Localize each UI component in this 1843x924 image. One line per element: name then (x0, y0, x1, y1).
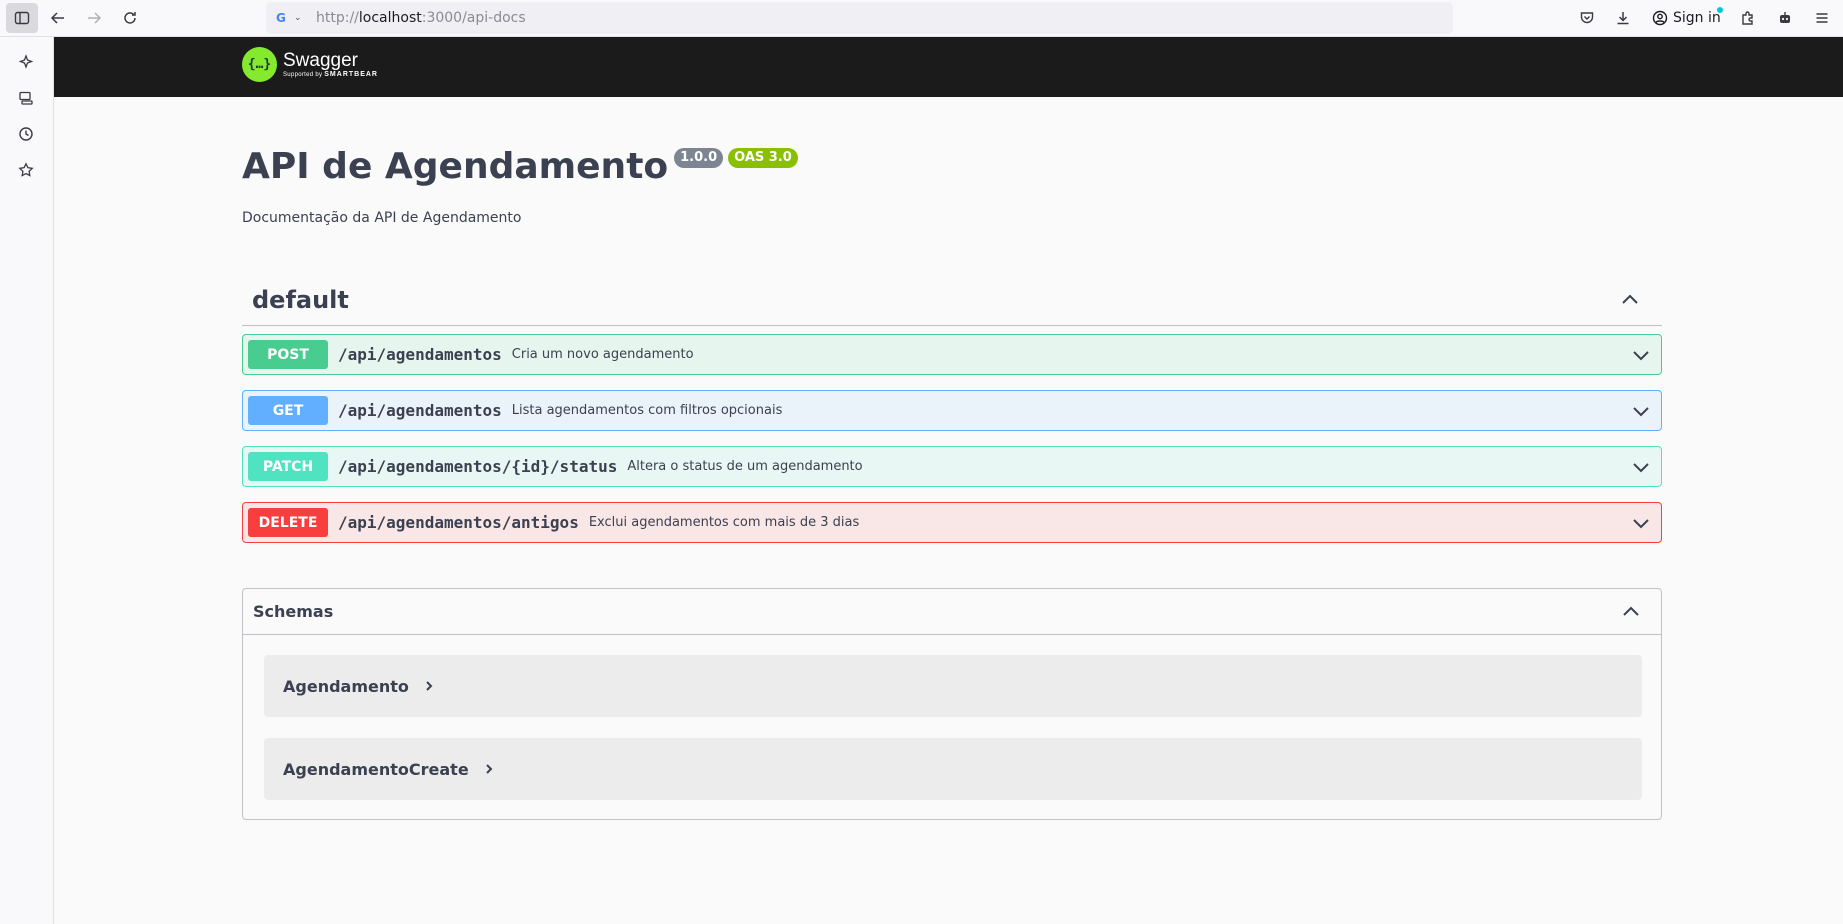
history-icon[interactable] (15, 123, 37, 145)
downloads-icon[interactable] (1607, 3, 1639, 33)
ai-chat-icon[interactable] (15, 51, 37, 73)
operation-summary: Exclui agendamentos com mais de 3 dias (588, 515, 860, 530)
chevron-down-icon[interactable] (1631, 513, 1651, 533)
operation-delete-antigos[interactable]: DELETE /api/agendamentos/antigos Exclui … (242, 502, 1662, 543)
chevron-up-icon[interactable] (1620, 290, 1640, 310)
browser-toolbar: G ⌄ http://localhost:3000/api-docs Sign … (0, 0, 1843, 37)
swagger-logo[interactable]: {…} Swagger Supported by SMARTBEAR (242, 47, 378, 82)
api-description: Documentação da API de Agendamento (242, 210, 522, 226)
back-icon[interactable] (42, 3, 74, 33)
swagger-page: {…} Swagger Supported by SMARTBEAR API d… (54, 37, 1843, 924)
google-icon: G (276, 11, 286, 25)
chevron-up-icon[interactable] (1621, 602, 1641, 622)
version-badge: 1.0.0 (674, 148, 724, 168)
browser-sidebar (0, 37, 54, 924)
model-agendamento[interactable]: Agendamento (264, 655, 1642, 717)
tag-name: default (252, 286, 349, 314)
tag-default-header[interactable]: default (242, 275, 1662, 326)
forward-icon[interactable] (78, 3, 110, 33)
robot-icon[interactable] (1769, 3, 1801, 33)
reload-icon[interactable] (114, 3, 146, 33)
operation-summary: Cria um novo agendamento (511, 347, 694, 362)
schemas-title: Schemas (253, 602, 334, 621)
sign-in-button[interactable]: Sign in (1644, 3, 1729, 33)
sign-in-label: Sign in (1673, 10, 1721, 26)
method-badge: POST (248, 340, 328, 369)
method-badge: DELETE (248, 508, 328, 537)
operation-patch-status[interactable]: PATCH /api/agendamentos/{id}/status Alte… (242, 446, 1662, 487)
operation-get-agendamentos[interactable]: GET /api/agendamentos Lista agendamentos… (242, 390, 1662, 431)
chevron-right-icon (485, 764, 493, 774)
synced-tabs-icon[interactable] (15, 87, 37, 109)
sidebar-toggle-icon[interactable] (6, 3, 38, 33)
method-badge: GET (248, 396, 328, 425)
schemas-section: Schemas Agendamento AgendamentoCreate (242, 588, 1662, 820)
menu-icon[interactable] (1806, 3, 1838, 33)
bookmarks-icon[interactable] (15, 159, 37, 181)
account-icon (1652, 10, 1668, 26)
operation-post-agendamentos[interactable]: POST /api/agendamentos Cria um novo agen… (242, 334, 1662, 375)
url-text[interactable]: http://localhost:3000/api-docs (316, 10, 526, 26)
swagger-topbar: {…} Swagger Supported by SMARTBEAR (54, 37, 1843, 97)
logo-supported: Supported by SMARTBEAR (283, 71, 378, 78)
oas-badge: OAS 3.0 (728, 148, 798, 168)
model-name: Agendamento (283, 676, 409, 696)
model-agendamento-create[interactable]: AgendamentoCreate (264, 738, 1642, 800)
swagger-logo-icon: {…} (242, 47, 277, 82)
extensions-icon[interactable] (1732, 3, 1764, 33)
chevron-down-icon[interactable] (1631, 401, 1651, 421)
api-title: API de Agendamento (242, 146, 669, 187)
operation-summary: Lista agendamentos com filtros opcionais (511, 403, 783, 418)
operation-path: /api/agendamentos/{id}/status (338, 457, 618, 476)
operation-path: /api/agendamentos/antigos (338, 513, 579, 532)
model-name: AgendamentoCreate (283, 759, 469, 779)
operation-path: /api/agendamentos (338, 401, 502, 420)
url-bar[interactable]: G ⌄ http://localhost:3000/api-docs (266, 2, 1453, 34)
method-badge: PATCH (248, 452, 328, 481)
operation-path: /api/agendamentos (338, 345, 502, 364)
chevron-down-icon[interactable] (1631, 345, 1651, 365)
chevron-right-icon (426, 681, 433, 691)
chevron-down-icon[interactable] (1631, 457, 1651, 477)
notification-dot (1716, 7, 1723, 13)
logo-name: Swagger (283, 50, 358, 71)
chevron-down-icon[interactable]: ⌄ (294, 13, 304, 23)
pocket-icon[interactable] (1571, 3, 1603, 33)
schemas-header[interactable]: Schemas (243, 589, 1661, 635)
operation-summary: Altera o status de um agendamento (627, 459, 863, 474)
